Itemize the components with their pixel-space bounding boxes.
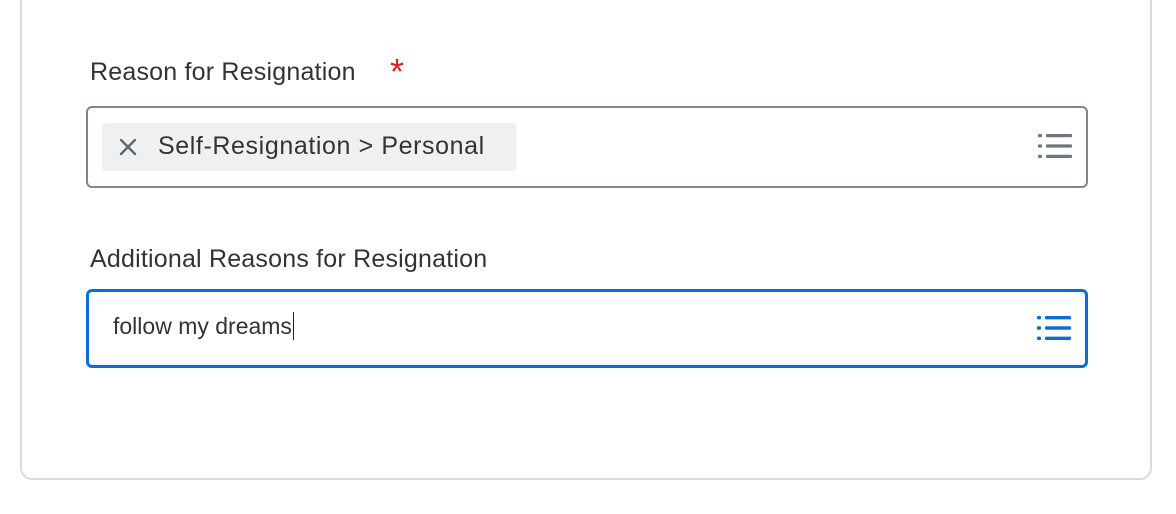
list-icon[interactable] bbox=[1038, 133, 1072, 159]
selected-value-text: Self-Resignation > Personal bbox=[158, 132, 485, 160]
selected-value-pill: Self-Resignation > Personal bbox=[102, 123, 516, 171]
list-icon[interactable] bbox=[1037, 315, 1071, 341]
additional-reasons-value: follow my dreams bbox=[113, 311, 295, 340]
text-caret bbox=[292, 311, 295, 340]
additional-reasons-label: Additional Reasons for Resignation bbox=[90, 245, 488, 273]
additional-reasons-input[interactable]: follow my dreams bbox=[86, 289, 1088, 368]
reason-for-resignation-input[interactable]: Self-Resignation > Personal bbox=[86, 106, 1088, 188]
reason-for-resignation-label: Reason for Resignation bbox=[90, 58, 356, 86]
close-icon[interactable] bbox=[116, 135, 140, 159]
required-asterisk: * bbox=[390, 51, 405, 92]
